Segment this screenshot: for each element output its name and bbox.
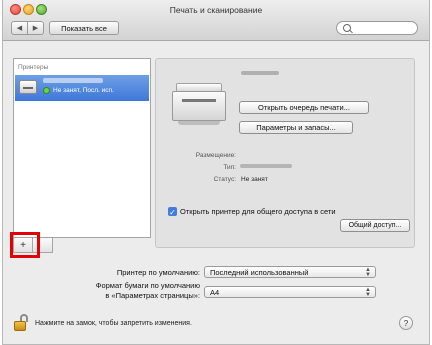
paper-size-label-line2: в «Параметрах страницы»: [105, 290, 200, 300]
printer-status: Не занят, Посл. исп. [43, 87, 114, 94]
printer-list: Принтеры Не занят, Посл. исп. [13, 58, 151, 238]
highlight-box [10, 232, 40, 258]
printer-icon [19, 80, 37, 94]
select-arrows-icon: ▲ ▼ [365, 287, 371, 298]
paper-size-select[interactable]: A4 ▲ ▼ [204, 286, 376, 298]
forward-icon[interactable]: ▶ [28, 22, 43, 34]
type-label: Тип: [223, 164, 236, 171]
status-dot-icon [43, 87, 50, 94]
share-checkbox[interactable]: ✓ [168, 207, 177, 217]
type-value-redacted [240, 164, 292, 168]
options-supplies-button[interactable]: Параметры и запасы... [239, 121, 353, 134]
status-value: Не занят [241, 176, 268, 183]
back-icon[interactable]: ◀ [12, 22, 28, 34]
printer-name-redacted [43, 78, 103, 83]
select-arrows-icon: ▲ ▼ [365, 267, 371, 278]
lock-text: Нажмите на замок, чтобы запретить измене… [35, 320, 192, 327]
nav-buttons: ◀ ▶ [11, 21, 44, 35]
default-printer-select[interactable]: Последний использованный ▲ ▼ [204, 266, 376, 278]
help-button[interactable]: ? [399, 316, 413, 330]
open-print-queue-button[interactable]: Открыть очередь печати... [239, 101, 369, 114]
printer-image-icon [172, 83, 226, 125]
window-title: Печать и сканирование [169, 5, 263, 15]
show-all-button[interactable]: Показать все [49, 21, 119, 35]
default-printer-label: Принтер по умолчанию: [116, 268, 200, 277]
search-icon [343, 24, 351, 32]
lock-icon[interactable] [14, 314, 29, 331]
paper-size-value: A4 [210, 287, 220, 297]
paper-size-label: Формат бумаги по умолчанию в «Параметрах… [50, 281, 200, 300]
printer-details-panel: Открыть очередь печати... Параметры и за… [155, 58, 415, 248]
list-item-printer[interactable]: Не занят, Посл. исп. [15, 75, 149, 101]
paper-size-label-line1: Формат бумаги по умолчанию [95, 281, 200, 290]
printer-list-header: Принтеры [18, 64, 49, 71]
share-printer-row[interactable]: ✓ Открыть принтер для общего доступа в с… [168, 207, 336, 217]
title-bar: Печать и сканирование ◀ ▶ Показать все [3, 0, 429, 41]
share-printer-label: Открыть принтер для общего доступа в сет… [180, 207, 336, 216]
search-input[interactable] [336, 21, 418, 35]
location-label: Размещение: [195, 152, 236, 159]
sharing-button[interactable]: Общий доступ... [340, 219, 410, 232]
printer-title-redacted [241, 71, 279, 75]
default-printer-value: Последний использованный [210, 267, 309, 277]
status-label: Статус: [213, 176, 236, 183]
printer-status-text: Не занят, Посл. исп. [53, 87, 114, 94]
